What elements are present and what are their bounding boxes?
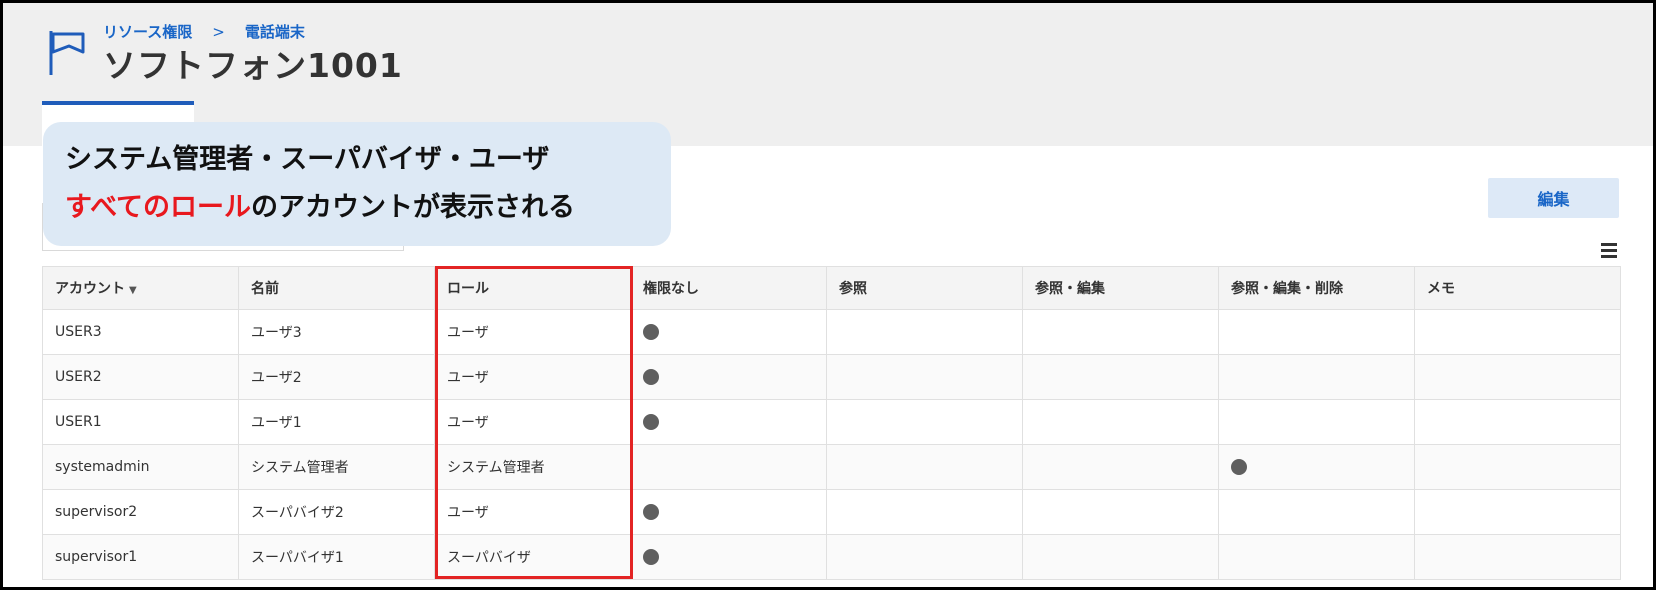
column-header-view[interactable]: 参照 [826,266,1023,310]
permission-selected-dot-icon[interactable] [643,324,659,340]
cell-permission-3[interactable] [1218,354,1415,400]
cell-permission-3[interactable] [1218,444,1415,490]
cell-memo [1414,309,1621,355]
cell-permission-3[interactable] [1218,489,1415,535]
table-row[interactable]: USER3 ユーザ3 ユーザ [42,309,1621,355]
cell-role: ユーザ [434,309,631,355]
cell-role: ユーザ [434,399,631,445]
permission-table: アカウント ▼ 名前 ロール 権限なし 参照 参照・編集 参照・編集・削除 メモ … [42,266,1621,580]
cell-role: スーパバイザ [434,534,631,580]
cell-memo [1414,489,1621,535]
column-header-name[interactable]: 名前 [238,266,435,310]
cell-account: supervisor1 [42,534,239,580]
sort-descending-icon[interactable]: ▼ [129,285,137,296]
table-row[interactable]: USER1 ユーザ1 ユーザ [42,399,1621,445]
callout-rest-text: のアカウントが表示される [251,192,576,223]
permission-selected-dot-icon[interactable] [643,504,659,520]
column-header-view-edit-delete[interactable]: 参照・編集・削除 [1218,266,1415,310]
cell-memo [1414,444,1621,490]
flag-icon [49,31,85,75]
column-header-role[interactable]: ロール [434,266,631,310]
cell-role: ユーザ [434,354,631,400]
cell-name: ユーザ3 [238,309,435,355]
table-row[interactable]: USER2 ユーザ2 ユーザ [42,354,1621,400]
cell-name: ユーザ1 [238,399,435,445]
cell-permission-2[interactable] [1022,444,1219,490]
cell-permission-1[interactable] [826,399,1023,445]
callout-line-2: すべてのロールのアカウントが表示される [65,184,649,232]
cell-permission-0[interactable] [630,354,827,400]
cell-permission-2[interactable] [1022,399,1219,445]
cell-permission-1[interactable] [826,444,1023,490]
table-row[interactable]: supervisor2 スーパバイザ2 ユーザ [42,489,1621,535]
column-header-account[interactable]: アカウント ▼ [42,266,239,310]
table-body: USER3 ユーザ3 ユーザ USER2 ユーザ2 ユーザ USER1 ユーザ1 ユーザ syst… [42,309,1621,580]
cell-name: スーパバイザ2 [238,489,435,535]
cell-permission-0[interactable] [630,399,827,445]
cell-memo [1414,399,1621,445]
permission-selected-dot-icon[interactable] [643,414,659,430]
cell-account: USER1 [42,399,239,445]
cell-permission-1[interactable] [826,309,1023,355]
screenshot-frame: リソース権限 > 電話端末 ソフトフォン1001 編集 アカウント ▼ 名前 ロー… [0,0,1656,590]
table-row[interactable]: supervisor1 スーパバイザ1 スーパバイザ [42,534,1621,580]
cell-permission-3[interactable] [1218,309,1415,355]
column-header-memo[interactable]: メモ [1414,266,1621,310]
cell-role: ユーザ [434,489,631,535]
cell-permission-1[interactable] [826,534,1023,580]
cell-permission-0[interactable] [630,534,827,580]
permission-selected-dot-icon[interactable] [643,369,659,385]
permission-selected-dot-icon[interactable] [643,549,659,565]
cell-permission-0[interactable] [630,309,827,355]
cell-permission-2[interactable] [1022,534,1219,580]
cell-account: supervisor2 [42,489,239,535]
cell-name: システム管理者 [238,444,435,490]
cell-account: systemadmin [42,444,239,490]
column-header-view-edit[interactable]: 参照・編集 [1022,266,1219,310]
table-row[interactable]: systemadmin システム管理者 システム管理者 [42,444,1621,490]
cell-role: システム管理者 [434,444,631,490]
cell-permission-0[interactable] [630,444,827,490]
cell-permission-1[interactable] [826,489,1023,535]
table-header-row: アカウント ▼ 名前 ロール 権限なし 参照 参照・編集 参照・編集・削除 メモ [42,266,1621,310]
cell-permission-0[interactable] [630,489,827,535]
callout-line-1: システム管理者・スーパバイザ・ユーザ [65,144,550,175]
cell-permission-2[interactable] [1022,309,1219,355]
cell-memo [1414,354,1621,400]
cell-permission-2[interactable] [1022,489,1219,535]
column-menu-icon[interactable] [1601,243,1617,258]
cell-account: USER2 [42,354,239,400]
cell-permission-1[interactable] [826,354,1023,400]
cell-account: USER3 [42,309,239,355]
cell-permission-2[interactable] [1022,354,1219,400]
page-title: ソフトフォン1001 [103,46,403,85]
cell-memo [1414,534,1621,580]
callout-accent-text: すべてのロール [65,192,252,223]
cell-name: スーパバイザ1 [238,534,435,580]
cell-permission-3[interactable] [1218,534,1415,580]
column-header-no-permission[interactable]: 権限なし [630,266,827,310]
annotation-callout: システム管理者・スーパバイザ・ユーザ すべてのロールのアカウントが表示される [43,122,671,246]
permission-selected-dot-icon[interactable] [1231,459,1247,475]
edit-button[interactable]: 編集 [1488,178,1619,218]
breadcrumb-separator: > [212,22,225,41]
cell-permission-3[interactable] [1218,399,1415,445]
cell-name: ユーザ2 [238,354,435,400]
